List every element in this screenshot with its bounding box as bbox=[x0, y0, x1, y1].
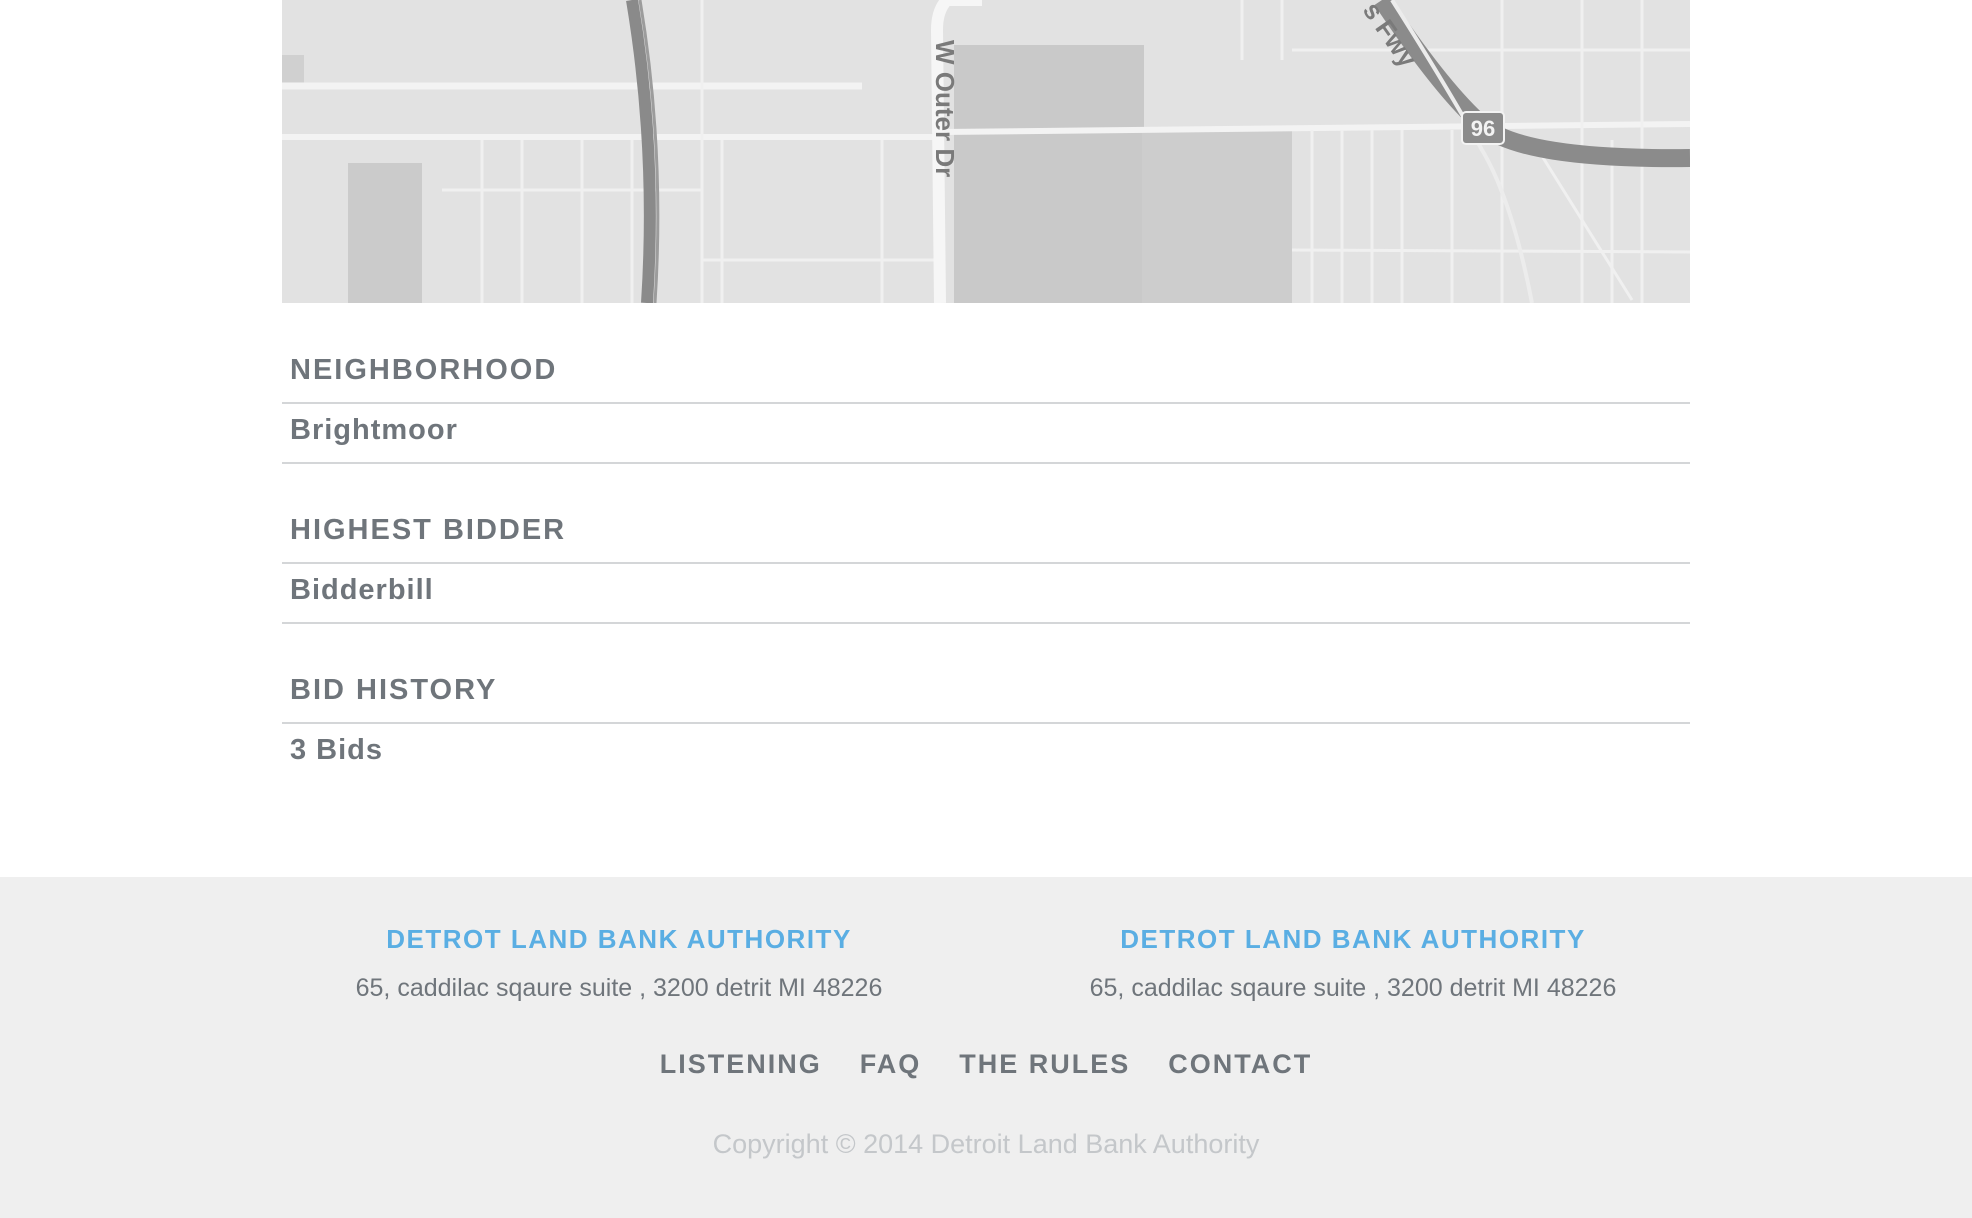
footer-link-rules[interactable]: THE RULES bbox=[959, 1047, 1130, 1081]
copyright-text: Copyright © 2014 Detroit Land Bank Autho… bbox=[712, 1129, 1260, 1159]
highway-shield-number: 96 bbox=[1471, 116, 1495, 141]
footer-address: 65, caddilac sqaure suite , 3200 detrit … bbox=[355, 974, 883, 1002]
footer-link-contact[interactable]: CONTACT bbox=[1168, 1047, 1312, 1081]
footer: DETROT LAND BANK AUTHORITY 65, caddilac … bbox=[0, 877, 1972, 1218]
bid-history-label: BID HISTORY bbox=[290, 674, 498, 706]
highest-bidder-value: Bidderbill bbox=[290, 574, 434, 606]
footer-link-listening[interactable]: LISTENING bbox=[660, 1047, 822, 1081]
property-map[interactable]: W Outer Dr s Fwy 96 bbox=[282, 0, 1690, 303]
bid-history-value[interactable]: 3 Bids bbox=[290, 734, 383, 767]
footer-link-faq[interactable]: FAQ bbox=[860, 1047, 922, 1081]
page: W Outer Dr s Fwy 96 NEIGHBORHOOD Brightm… bbox=[0, 0, 1972, 1218]
footer-address-block: DETROT LAND BANK AUTHORITY 65, caddilac … bbox=[309, 923, 929, 1004]
listing-content: W Outer Dr s Fwy 96 NEIGHBORHOOD Brightm… bbox=[282, 0, 1690, 766]
divider bbox=[282, 402, 1690, 404]
footer-address-block: DETROT LAND BANK AUTHORITY 65, caddilac … bbox=[1043, 923, 1663, 1004]
footer-nav: LISTENING FAQ THE RULES CONTACT bbox=[0, 1047, 1972, 1081]
map-canvas: W Outer Dr s Fwy 96 bbox=[282, 0, 1690, 303]
footer-address: 65, caddilac sqaure suite , 3200 detrit … bbox=[1089, 974, 1617, 1002]
street-label: W Outer Dr bbox=[930, 40, 960, 177]
divider bbox=[282, 562, 1690, 564]
footer-org-name: DETROT LAND BANK AUTHORITY bbox=[1120, 924, 1586, 954]
divider bbox=[282, 622, 1690, 624]
neighborhood-label: NEIGHBORHOOD bbox=[290, 354, 558, 386]
highest-bidder-label: HIGHEST BIDDER bbox=[290, 514, 567, 546]
footer-org-name: DETROT LAND BANK AUTHORITY bbox=[386, 924, 852, 954]
divider bbox=[282, 722, 1690, 724]
neighborhood-value: Brightmoor bbox=[290, 414, 458, 446]
divider bbox=[282, 462, 1690, 464]
